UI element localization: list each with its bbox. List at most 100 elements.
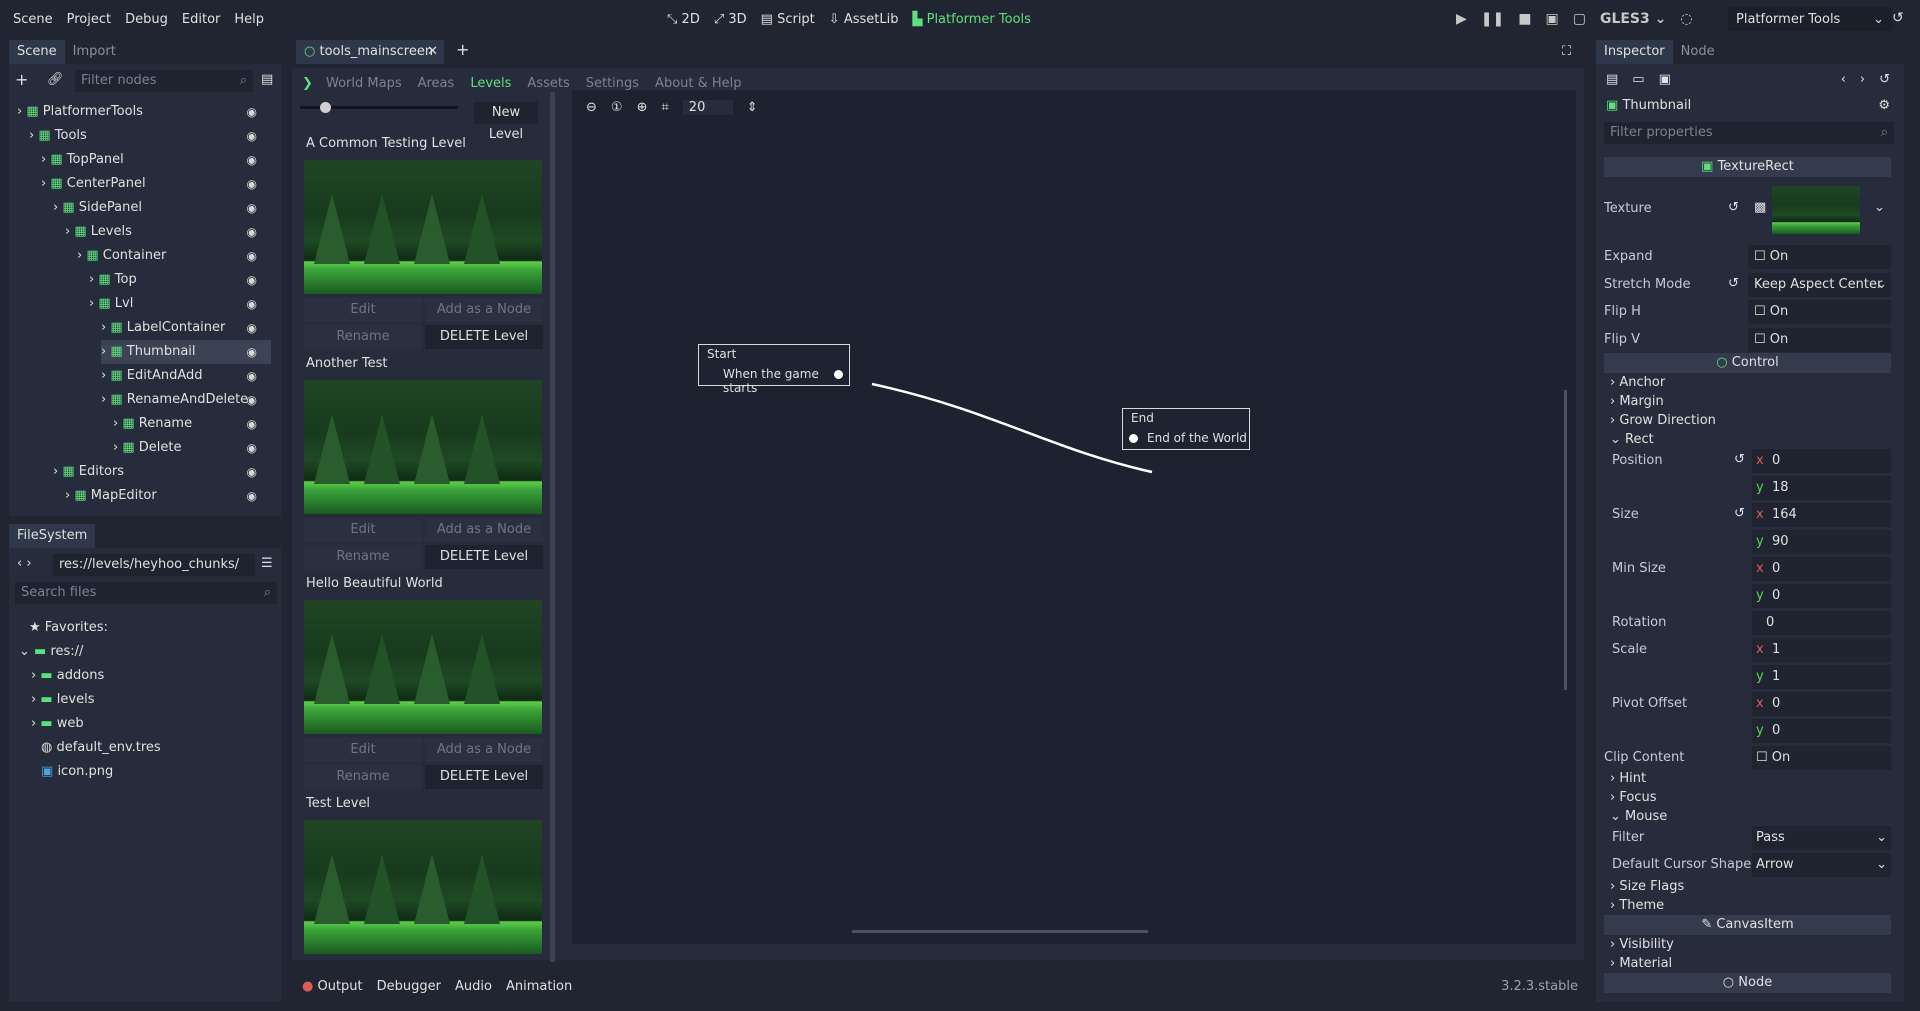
play-custom-scene-icon[interactable]: ▢ xyxy=(1573,11,1586,27)
tab-node[interactable]: Node xyxy=(1673,40,1723,64)
graph-h-scrollbar[interactable] xyxy=(852,930,1148,933)
tab-levels[interactable]: Levels xyxy=(470,76,511,91)
search-files-input[interactable]: Search files ⌕ xyxy=(15,582,277,604)
visibility-eye-icon[interactable]: ◉ xyxy=(247,460,257,484)
revert-icon[interactable]: ↺ xyxy=(1734,452,1745,467)
expand-checkbox[interactable]: ☐ On xyxy=(1748,245,1891,269)
group-rect[interactable]: ⌄ Rect xyxy=(1610,430,1654,450)
rename-button[interactable]: Rename xyxy=(304,545,422,569)
scene-tree-node[interactable]: › ▦ Container ◉ xyxy=(77,244,271,268)
clip-content-checkbox[interactable]: ☐ On xyxy=(1752,746,1891,770)
revert-icon[interactable]: ↺ xyxy=(1734,506,1745,521)
filter-properties-input[interactable]: Filter properties ⌕ xyxy=(1604,122,1894,144)
level-graph-canvas[interactable]: ⊖ ① ⊕ ⌗ 20 ⇕ Start When the game starts … xyxy=(572,90,1576,944)
expand-arrow-icon[interactable]: › xyxy=(17,104,26,119)
visibility-eye-icon[interactable]: ◉ xyxy=(247,412,257,436)
group-focus[interactable]: › Focus xyxy=(1610,788,1656,808)
mode-script-button[interactable]: ▤ Script xyxy=(761,12,815,27)
history-icon[interactable]: ↺ xyxy=(1879,72,1890,87)
project-select[interactable]: Platformer Tools ⌄ xyxy=(1728,7,1892,31)
visibility-eye-icon[interactable]: ◉ xyxy=(247,172,257,196)
expand-arrow-icon[interactable]: › xyxy=(101,392,110,407)
tab-filesystem[interactable]: FileSystem xyxy=(9,524,96,548)
expand-arrow-icon[interactable]: › xyxy=(89,296,98,311)
edit-button[interactable]: Edit xyxy=(304,738,422,762)
fullscreen-icon[interactable]: ⛶ xyxy=(1562,44,1571,59)
visibility-eye-icon[interactable]: ◉ xyxy=(247,148,257,172)
visibility-eye-icon[interactable]: ◉ xyxy=(247,220,257,244)
split-mode-icon[interactable]: ☰ xyxy=(261,556,273,571)
expand-arrow-icon[interactable]: › xyxy=(101,344,110,359)
graph-v-scrollbar[interactable] xyxy=(1564,390,1567,690)
renderer-select[interactable]: GLES3 ⌄ xyxy=(1600,11,1666,27)
expand-arrow-icon[interactable]: › xyxy=(29,128,38,143)
group-anchor[interactable]: › Anchor xyxy=(1610,373,1665,393)
edit-button[interactable]: Edit xyxy=(304,298,422,322)
visibility-eye-icon[interactable]: ◉ xyxy=(247,124,257,148)
visibility-eye-icon[interactable]: ◉ xyxy=(247,244,257,268)
group-hint[interactable]: › Hint xyxy=(1610,769,1646,789)
close-icon[interactable]: ✕ xyxy=(427,40,438,64)
expand-arrow-icon[interactable]: › xyxy=(101,320,110,335)
new-level-button[interactable]: New Level xyxy=(474,102,538,142)
add-node-icon[interactable]: + xyxy=(15,70,28,89)
group-margin[interactable]: › Margin xyxy=(1610,392,1664,412)
scene-tree-node[interactable]: › ▦ Editors ◉ xyxy=(53,460,271,484)
scene-tree-node[interactable]: › ▦ Levels ◉ xyxy=(65,220,271,244)
expand-arrow-icon[interactable]: › xyxy=(113,416,122,431)
position-y-field[interactable]: y 18 xyxy=(1752,476,1891,500)
open-folder-icon[interactable]: ▭ xyxy=(1632,72,1644,87)
mode-plugin-button[interactable]: ▙ Platformer Tools xyxy=(912,12,1030,27)
expand-arrow-icon[interactable]: › xyxy=(53,200,62,215)
expand-arrow-icon[interactable]: › xyxy=(65,224,74,239)
delete-level-button[interactable]: DELETE Level xyxy=(425,765,543,789)
scene-tree-node[interactable]: › ▦ EditAndAdd ◉ xyxy=(101,364,271,388)
scene-tree-node[interactable]: › ▦ Delete ◉ xyxy=(113,436,271,460)
cursor-shape-select[interactable]: Arrow ⌄ xyxy=(1752,853,1891,877)
slider-grabber[interactable] xyxy=(320,102,331,113)
scene-tree-node[interactable]: › ▦ Rename ◉ xyxy=(113,412,271,436)
group-material[interactable]: › Material xyxy=(1610,954,1672,974)
graph-node-start[interactable]: Start When the game starts xyxy=(698,344,850,395)
link-icon[interactable]: 🔗︎ xyxy=(47,72,64,87)
texture-preview[interactable] xyxy=(1772,186,1860,234)
flip-v-checkbox[interactable]: ☐ On xyxy=(1748,328,1891,352)
tab-areas[interactable]: Areas xyxy=(418,76,455,91)
mode-3d-button[interactable]: ⤢ 3D xyxy=(714,12,747,27)
group-visibility[interactable]: › Visibility xyxy=(1610,935,1674,955)
scene-tree-node[interactable]: › ▦ RenameAndDelete ◉ xyxy=(101,388,271,412)
script-attach-icon[interactable]: ▤ xyxy=(261,72,273,87)
scene-tree-node[interactable]: › ▦ MapEditor ◉ xyxy=(65,484,271,508)
path-field[interactable]: res://levels/heyhoo_chunks/ xyxy=(53,554,255,576)
position-x-field[interactable]: x 0 xyxy=(1752,449,1891,473)
tab-animation[interactable]: Animation xyxy=(506,979,572,994)
edit-button[interactable]: Edit xyxy=(304,518,422,542)
stretch-mode-select[interactable]: Keep Aspect Center ⌄ xyxy=(1748,273,1891,297)
visibility-eye-icon[interactable]: ◉ xyxy=(247,292,257,316)
visibility-eye-icon[interactable]: ◉ xyxy=(247,484,257,508)
mode-2d-button[interactable]: ⤡ 2D xyxy=(667,12,700,27)
mouse-filter-select[interactable]: Pass ⌄ xyxy=(1752,826,1891,850)
favorites-item[interactable]: ★ Favorites: xyxy=(29,616,108,640)
expand-arrow-icon[interactable]: › xyxy=(65,488,74,503)
visibility-eye-icon[interactable]: ◉ xyxy=(247,436,257,460)
menu-help[interactable]: Help xyxy=(227,12,271,27)
delete-level-button[interactable]: DELETE Level xyxy=(425,545,543,569)
scene-tree-node[interactable]: › ▦ Tools ◉ xyxy=(29,124,271,148)
input-port[interactable] xyxy=(1129,434,1138,443)
tab-inspector[interactable]: Inspector xyxy=(1596,40,1673,64)
file-default-env[interactable]: ◍ default_env.tres xyxy=(41,736,161,760)
tab-tools-mainscreen[interactable]: ○ tools_mainscreen ✕ xyxy=(296,40,444,64)
expand-arrow-icon[interactable]: › xyxy=(101,368,110,383)
chevron-down-icon[interactable]: ⌄ xyxy=(1874,200,1885,215)
delete-level-button[interactable]: DELETE Level xyxy=(425,325,543,349)
scene-tree-node[interactable]: › ▦ TopPanel ◉ xyxy=(41,148,271,172)
size-y-field[interactable]: y 90 xyxy=(1752,530,1891,554)
visibility-eye-icon[interactable]: ◉ xyxy=(247,316,257,340)
group-size-flags[interactable]: › Size Flags xyxy=(1610,877,1684,897)
menu-project[interactable]: Project xyxy=(60,12,118,27)
group-mouse[interactable]: ⌄ Mouse xyxy=(1610,807,1667,827)
min-size-y-field[interactable]: y 0 xyxy=(1752,584,1891,608)
scale-x-field[interactable]: x 1 xyxy=(1752,638,1891,662)
visibility-eye-icon[interactable]: ◉ xyxy=(247,388,257,412)
